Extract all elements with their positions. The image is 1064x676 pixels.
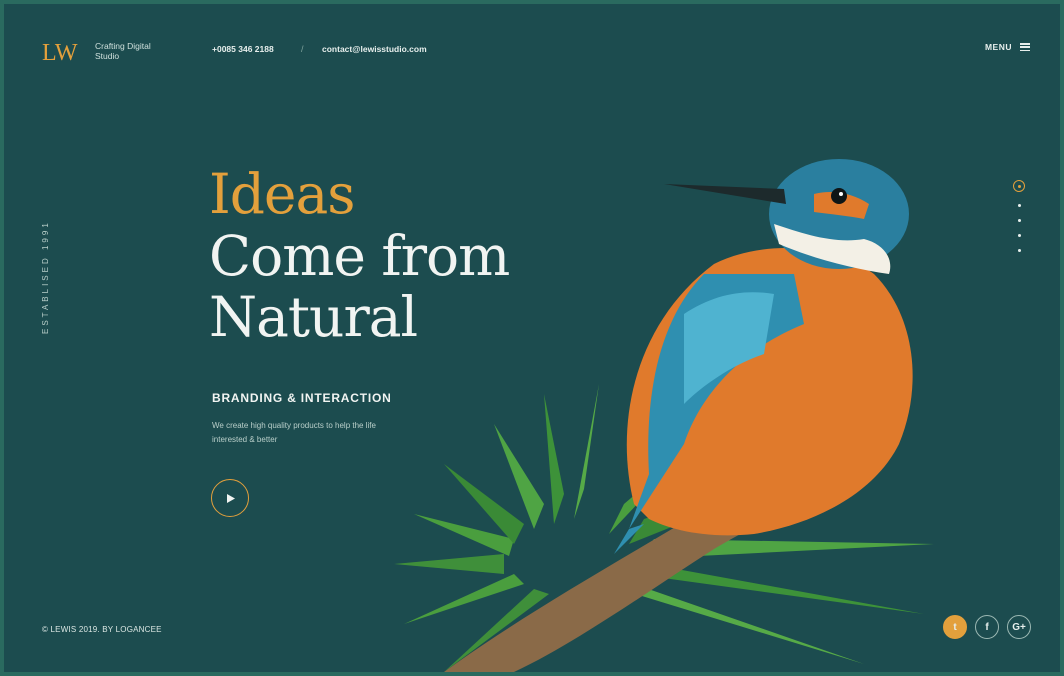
slide-dot[interactable] <box>1017 219 1021 222</box>
menu-label: MENU <box>984 42 1012 52</box>
slide-dot-active[interactable] <box>1013 180 1025 192</box>
social-links: t f G+ <box>943 615 1031 639</box>
kingfisher-bird <box>614 159 913 554</box>
play-video-button[interactable] <box>211 479 249 517</box>
slide-indicator <box>1013 180 1025 252</box>
email-link[interactable]: contact@lewisstudio.com <box>322 44 427 54</box>
twitter-icon: t <box>953 621 957 633</box>
facebook-icon: f <box>985 621 989 633</box>
play-icon <box>227 493 235 503</box>
tagline: Crafting Digital Studio <box>95 41 151 61</box>
slide-dot[interactable] <box>1017 234 1021 237</box>
hero-subtitle: BRANDING & INTERACTION <box>212 391 392 405</box>
copyright: © LEWIS 2019. BY LOGANCEE <box>42 625 162 634</box>
google-plus-icon: G+ <box>1012 621 1026 633</box>
page-frame: LW Crafting Digital Studio +0085 346 218… <box>4 4 1060 672</box>
header-separator: / <box>301 44 304 54</box>
hero-title-line-1: Ideas <box>209 162 355 226</box>
logo[interactable]: LW <box>42 40 78 67</box>
established-label: ESTABLISED 1991 <box>41 220 50 334</box>
menu-button[interactable]: MENU <box>985 42 1030 52</box>
hamburger-icon <box>1020 43 1030 51</box>
twitter-button[interactable]: t <box>943 615 967 639</box>
kingfisher-illustration <box>394 159 934 672</box>
google-plus-button[interactable]: G+ <box>1007 615 1031 639</box>
slide-dot[interactable] <box>1017 204 1021 207</box>
phone-number[interactable]: +0085 346 2188 <box>212 44 274 54</box>
facebook-button[interactable]: f <box>975 615 999 639</box>
hero-description: We create high quality products to help … <box>212 421 376 444</box>
slide-dot[interactable] <box>1017 249 1021 252</box>
